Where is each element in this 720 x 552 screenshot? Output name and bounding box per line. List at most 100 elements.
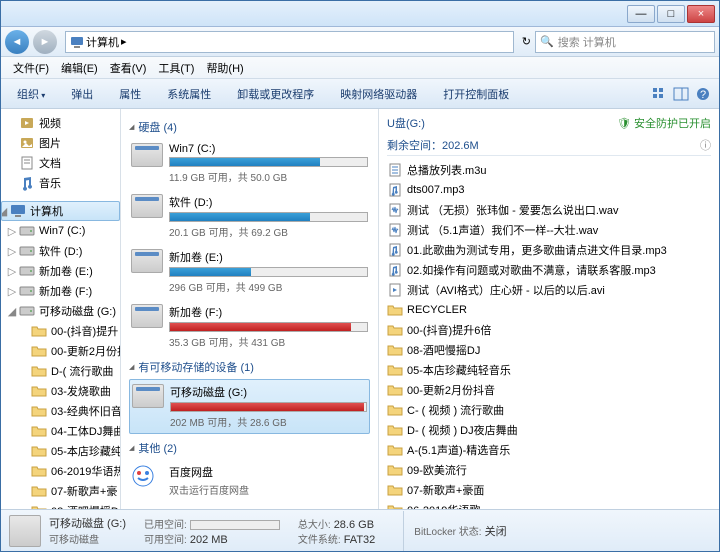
sidebar-lib-doc[interactable]: 文档 [1,153,120,173]
sidebar-item-label: 可移动磁盘 (G:) [39,303,116,319]
music-icon [19,175,35,191]
sidebar-folder[interactable]: 00-更新2月份抖 [1,341,120,361]
menu-tools[interactable]: 工具(T) [152,58,200,78]
sidebar-drive[interactable]: ▷新加卷 (F:) [1,281,120,301]
properties-button[interactable]: 属性 [111,82,149,106]
sidebar-folder[interactable]: 00-(抖音)提升 [1,321,120,341]
info-icon[interactable]: ⓘ [700,137,711,153]
eject-button[interactable]: 弹出 [63,82,101,106]
uninstall-button[interactable]: 卸载或更改程序 [229,82,322,106]
sidebar-drive[interactable]: ▷ 软件 (D:) [1,241,120,261]
search-input[interactable]: 🔍 搜索 计算机 [535,31,715,53]
minimize-button[interactable]: — [627,5,655,23]
file-item[interactable]: 00-更新2月份抖音 [387,380,711,400]
menu-file[interactable]: 文件(F) [7,58,55,78]
menu-edit[interactable]: 编辑(E) [55,58,104,78]
map-network-button[interactable]: 映射网络驱动器 [332,82,425,106]
control-panel-button[interactable]: 打开控制面板 [435,82,517,106]
drive-item[interactable]: 新加卷 (F:)35.3 GB 可用，共 431 GB [129,300,370,353]
status-bar: 可移动磁盘 (G:) 可移动磁盘 已用空间: 可用空间: 202 MB 总大小:… [1,509,719,551]
file-item[interactable]: 07-新歌声+豪面 [387,480,711,500]
sidebar-folder[interactable]: 07-新歌声+豪 [1,481,120,501]
file-item[interactable]: 测试（AVI格式）庄心妍 - 以后的以后.avi [387,280,711,300]
dir-icon [387,362,403,378]
file-name: 07-新歌声+豪面 [407,482,484,498]
navbar: ◄ ► 计算机 ▸ ↻ 🔍 搜索 计算机 [1,27,719,57]
file-item[interactable]: 总播放列表.m3u [387,160,711,180]
breadcrumb-computer[interactable]: 计算机 [86,34,119,50]
group-hdd[interactable]: 硬盘 (4) [129,115,370,139]
preview-pane-icon[interactable] [673,86,689,102]
sidebar-folder[interactable]: 03-发烧歌曲 [1,381,120,401]
refresh-icon[interactable]: ↻ [522,35,531,48]
video-icon [19,115,35,131]
file-item[interactable]: 00-(抖音)提升6倍 [387,320,711,340]
sidebar-lib-pic[interactable]: 图片 [1,133,120,153]
close-button[interactable]: × [687,5,715,23]
sidebar-removable[interactable]: ◢ 可移动磁盘 (G:) [1,301,120,321]
expand-icon[interactable]: ▷ [7,285,17,298]
file-item[interactable]: dts007.mp3 [387,180,711,200]
sidebar-item-label: 软件 (D:) [39,243,82,259]
expand-icon[interactable]: ▷ [7,265,17,278]
organize-button[interactable]: 组织 [9,82,53,106]
expand-icon[interactable]: ▷ [7,245,17,258]
nav-back-button[interactable]: ◄ [5,30,29,54]
sidebar-folder[interactable]: 04-工体DJ舞曲 [1,421,120,441]
menu-help[interactable]: 帮助(H) [200,58,249,78]
drive-icon [132,384,164,408]
file-name: 01.此歌曲为测试专用，更多歌曲请点进文件目录.mp3 [407,242,667,258]
avi-icon [387,282,403,298]
sidebar-folder[interactable]: 05-本店珍藏纯 [1,441,120,461]
titlebar: — □ × [1,1,719,27]
file-item[interactable]: RECYCLER [387,300,711,320]
sidebar-folder[interactable]: 06-2019华语热 [1,461,120,481]
drive-item-removable[interactable]: 可移动磁盘 (G:)202 MB 可用，共 28.6 GB [129,379,370,434]
file-item[interactable]: 09-欧美流行 [387,460,711,480]
usage-bar [169,212,368,222]
file-item[interactable]: 05-本店珍藏纯轻音乐 [387,360,711,380]
help-icon[interactable]: ? [695,86,711,102]
sidebar-lib-video[interactable]: 视频 [1,113,120,133]
sidebar-drive[interactable]: ▷Win7 (C:) [1,221,120,241]
sidebar-computer[interactable]: ◢计算机 [1,201,120,221]
file-name: 测试 （5.1声道）我们不一样--大壮.wav [407,222,598,238]
expand-icon[interactable]: ◢ [1,205,8,218]
sidebar-folder[interactable]: 03-经典怀旧音 [1,401,120,421]
expand-icon[interactable]: ▷ [7,225,17,238]
file-item[interactable]: A-(5.1声道)-精选音乐 [387,440,711,460]
filesystem-label: 文件系统: [298,535,341,546]
mp3-icon [387,182,403,198]
file-item[interactable]: 08-酒吧慢摇DJ [387,340,711,360]
file-item[interactable]: 06-2019华语歌 [387,500,711,509]
group-removable[interactable]: 有可移动存储的设备 (1) [129,355,370,379]
file-name: 08-酒吧慢摇DJ [407,342,480,358]
sidebar-folder[interactable]: 08-酒吧慢摇DJ [1,501,120,509]
nav-forward-button[interactable]: ► [33,30,57,54]
drive-icon [19,223,35,239]
sidebar-lib-music[interactable]: 音乐 [1,173,120,193]
other-item[interactable]: 百度网盘双击运行百度网盘 [129,460,370,501]
sidebar-drive[interactable]: ▷新加卷 (E:) [1,261,120,281]
maximize-button[interactable]: □ [657,5,685,23]
expand-icon[interactable]: ◢ [7,305,17,318]
view-options-icon[interactable] [651,86,667,102]
file-item[interactable]: D- ( 视频 ) DJ夜店舞曲 [387,420,711,440]
menu-view[interactable]: 查看(V) [104,58,153,78]
sidebar-folder[interactable]: D-( 流行歌曲 [1,361,120,381]
search-icon: 🔍 [540,35,554,48]
group-other[interactable]: 其他 (2) [129,436,370,460]
breadcrumb[interactable]: 计算机 ▸ [65,31,514,53]
drive-item[interactable]: 软件 (D:)20.1 GB 可用，共 69.2 GB [129,190,370,243]
drive-item[interactable]: Win7 (C:)11.9 GB 可用，共 50.0 GB [129,139,370,188]
file-item[interactable]: 测试 （5.1声道）我们不一样--大壮.wav [387,220,711,240]
file-item[interactable]: 测试 （无损）张玮伽 - 爱要怎么说出口.wav [387,200,711,220]
file-item[interactable]: C- ( 视频 ) 流行歌曲 [387,400,711,420]
file-item[interactable]: 01.此歌曲为测试专用，更多歌曲请点进文件目录.mp3 [387,240,711,260]
dir-icon [387,442,403,458]
file-item[interactable]: 02.如操作有问题或对歌曲不满意，请联系客服.mp3 [387,260,711,280]
system-properties-button[interactable]: 系统属性 [159,82,219,106]
drive-item[interactable]: 新加卷 (E:)296 GB 可用，共 499 GB [129,245,370,298]
file-name: 05-本店珍藏纯轻音乐 [407,362,511,378]
folder-icon [31,423,47,439]
